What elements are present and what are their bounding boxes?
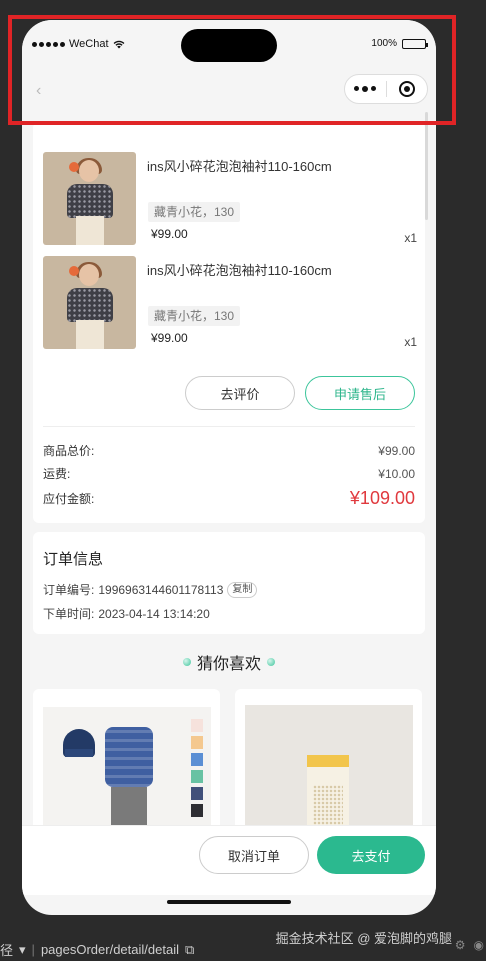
copy-button[interactable]: 复制 [227,581,258,598]
home-indicator[interactable] [167,900,291,904]
product-sku: 藏青小花，130 [148,202,241,222]
order-time-label: 下单时间: [43,607,95,621]
order-info-title: 订单信息 [43,551,104,568]
product-title: ins风小碎花泡泡袖衬110-160cm [147,159,332,174]
product-price: ¥99.00 [151,227,188,241]
copy-path-icon[interactable]: ⧉ [185,942,194,958]
goods-total-value: ¥99.00 [378,443,415,458]
product-image[interactable] [43,152,136,245]
page-path: pagesOrder/detail/detail [40,942,179,957]
order-goods-card: ins风小碎花泡泡袖衬110-160cm 藏青小花，130 ¥99.00 x1 … [33,122,425,523]
bullet-icon [267,658,275,666]
order-time-value: 2023-04-14 13:14:20 [98,606,210,621]
product-quantity: x1 [404,231,417,245]
shipping-row: 运费: ¥10.00 [43,465,415,482]
pay-button[interactable]: 去支付 [317,836,425,874]
shipping-value: ¥10.00 [378,466,415,481]
product-sku: 藏青小花，130 [148,306,241,326]
path-label[interactable]: 径 [0,940,13,959]
bullet-icon [182,658,191,666]
bottom-action-bar: 取消订单 去支付 [22,825,436,895]
separator: | [31,942,35,957]
product-image[interactable] [43,256,136,349]
payable-value: ¥109.00 [349,488,415,508]
order-item[interactable]: ins风小碎花泡泡袖衬110-160cm 藏青小花，130 ¥99.00 x1 [43,152,417,247]
payable-label: 应付金额: [43,492,95,506]
goods-total-label: 商品总价: [43,444,95,458]
order-number-row: 订单编号: 1996963144601178113 复制 [43,581,258,598]
order-number-label: 订单编号: [43,583,95,597]
cancel-order-button[interactable]: 取消订单 [199,836,309,874]
scrollbar[interactable] [425,112,428,220]
order-item[interactable]: ins风小碎花泡泡袖衬110-160cm 藏青小花，130 ¥99.00 x1 [43,256,417,351]
devtools-footer: 径 ▾ | pagesOrder/detail/detail ⧉ 掘金技术社区 … [0,928,486,961]
watermark: 掘金技术社区 @ 爱泡脚的鸡腿 [275,931,452,946]
highlight-box [8,15,456,125]
order-info-card: 订单信息 订单编号: 1996963144601178113 复制 下单时间: … [33,532,425,634]
guess-title: 猜你喜欢 [196,656,261,673]
dropdown-icon[interactable]: ▾ [19,942,26,958]
shipping-label: 运费: [43,467,71,481]
goods-total-row: 商品总价: ¥99.00 [43,442,415,459]
eye-icon[interactable]: ◉ [474,938,484,952]
devtools-icons: ⚙ ◉ [455,938,484,952]
order-time-row: 下单时间: 2023-04-14 13:14:20 [43,605,210,622]
divider [43,426,415,427]
guess-you-like-header: 猜你喜欢 [22,650,436,674]
product-quantity: x1 [404,335,417,349]
phone-screen: WeChat 100% ‹ ins风小碎花泡泡袖衬110-160cm 藏青小花，… [22,20,436,915]
page-path-bar: 径 ▾ | pagesOrder/detail/detail ⧉ [0,940,194,959]
debug-icon[interactable]: ⚙ [455,938,466,952]
after-sale-button[interactable]: 申请售后 [305,376,415,410]
product-price: ¥99.00 [151,331,188,345]
product-title: ins风小碎花泡泡袖衬110-160cm [147,263,332,278]
review-button[interactable]: 去评价 [185,376,295,410]
order-number-value: 1996963144601178113 [98,582,224,597]
payable-row: 应付金额: ¥109.00 [43,488,415,509]
